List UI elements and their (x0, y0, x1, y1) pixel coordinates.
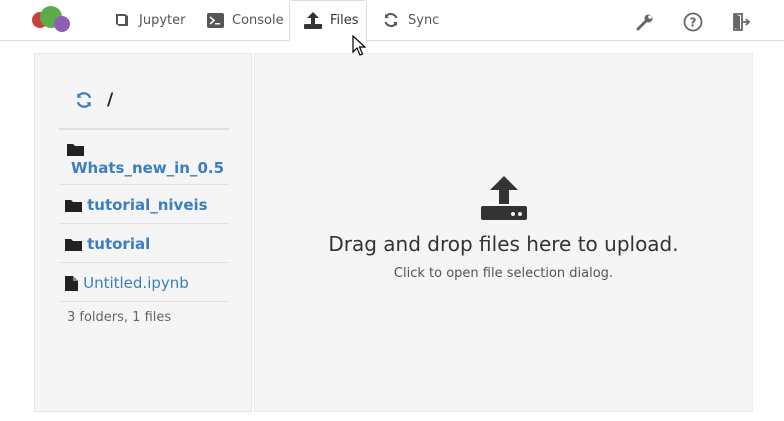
file-name: tutorial (87, 235, 151, 253)
tab-jupyter[interactable]: Jupyter (113, 0, 185, 40)
folder-icon (67, 144, 84, 156)
upload-dropzone[interactable]: Drag and drop files here to upload. Clic… (254, 53, 753, 412)
svg-text:?: ? (690, 16, 697, 30)
file-list: Whats_new_in_0.5 tutorial_niveis tutoria… (59, 128, 229, 302)
dropzone-subtitle: Click to open file selection dialog. (393, 266, 614, 281)
top-nav: Jupyter Console Files Sync ? (0, 0, 784, 41)
file-icon (65, 276, 78, 291)
upload-icon (481, 176, 527, 220)
current-path[interactable]: / (107, 90, 113, 110)
folder-icon (65, 200, 82, 212)
list-item-folder[interactable]: tutorial_niveis (59, 185, 229, 224)
folder-icon (65, 239, 82, 251)
list-item-folder[interactable]: tutorial (59, 224, 229, 263)
logout-icon[interactable] (731, 12, 751, 32)
path-bar: / (75, 90, 113, 110)
dropzone-title: Drag and drop files here to upload. (328, 232, 679, 256)
sync-icon (382, 11, 400, 29)
tab-label: Console (232, 12, 284, 28)
file-name: tutorial_niveis (87, 196, 208, 214)
list-item-folder[interactable]: Whats_new_in_0.5 (59, 130, 229, 185)
refresh-icon[interactable] (75, 91, 93, 109)
tab-sync[interactable]: Sync (382, 0, 439, 40)
terminal-icon (206, 11, 224, 29)
tab-console[interactable]: Console (206, 0, 284, 40)
app-logo[interactable] (32, 6, 74, 34)
tab-label: Jupyter (139, 12, 186, 28)
help-icon[interactable]: ? (683, 12, 703, 32)
wrench-icon[interactable] (635, 12, 655, 32)
file-name: Untitled.ipynb (83, 274, 189, 292)
file-count-summary: 3 folders, 1 files (67, 310, 172, 325)
upload-icon (304, 12, 322, 30)
tab-label: Sync (408, 12, 440, 28)
mouse-cursor-icon (352, 35, 366, 56)
file-browser: / Whats_new_in_0.5 tutorial_niveis tutor… (34, 53, 252, 412)
list-item-file[interactable]: Untitled.ipynb (59, 263, 229, 302)
tab-label: Files (330, 13, 359, 28)
file-name: Whats_new_in_0.5 (71, 159, 225, 177)
book-icon (113, 11, 131, 29)
